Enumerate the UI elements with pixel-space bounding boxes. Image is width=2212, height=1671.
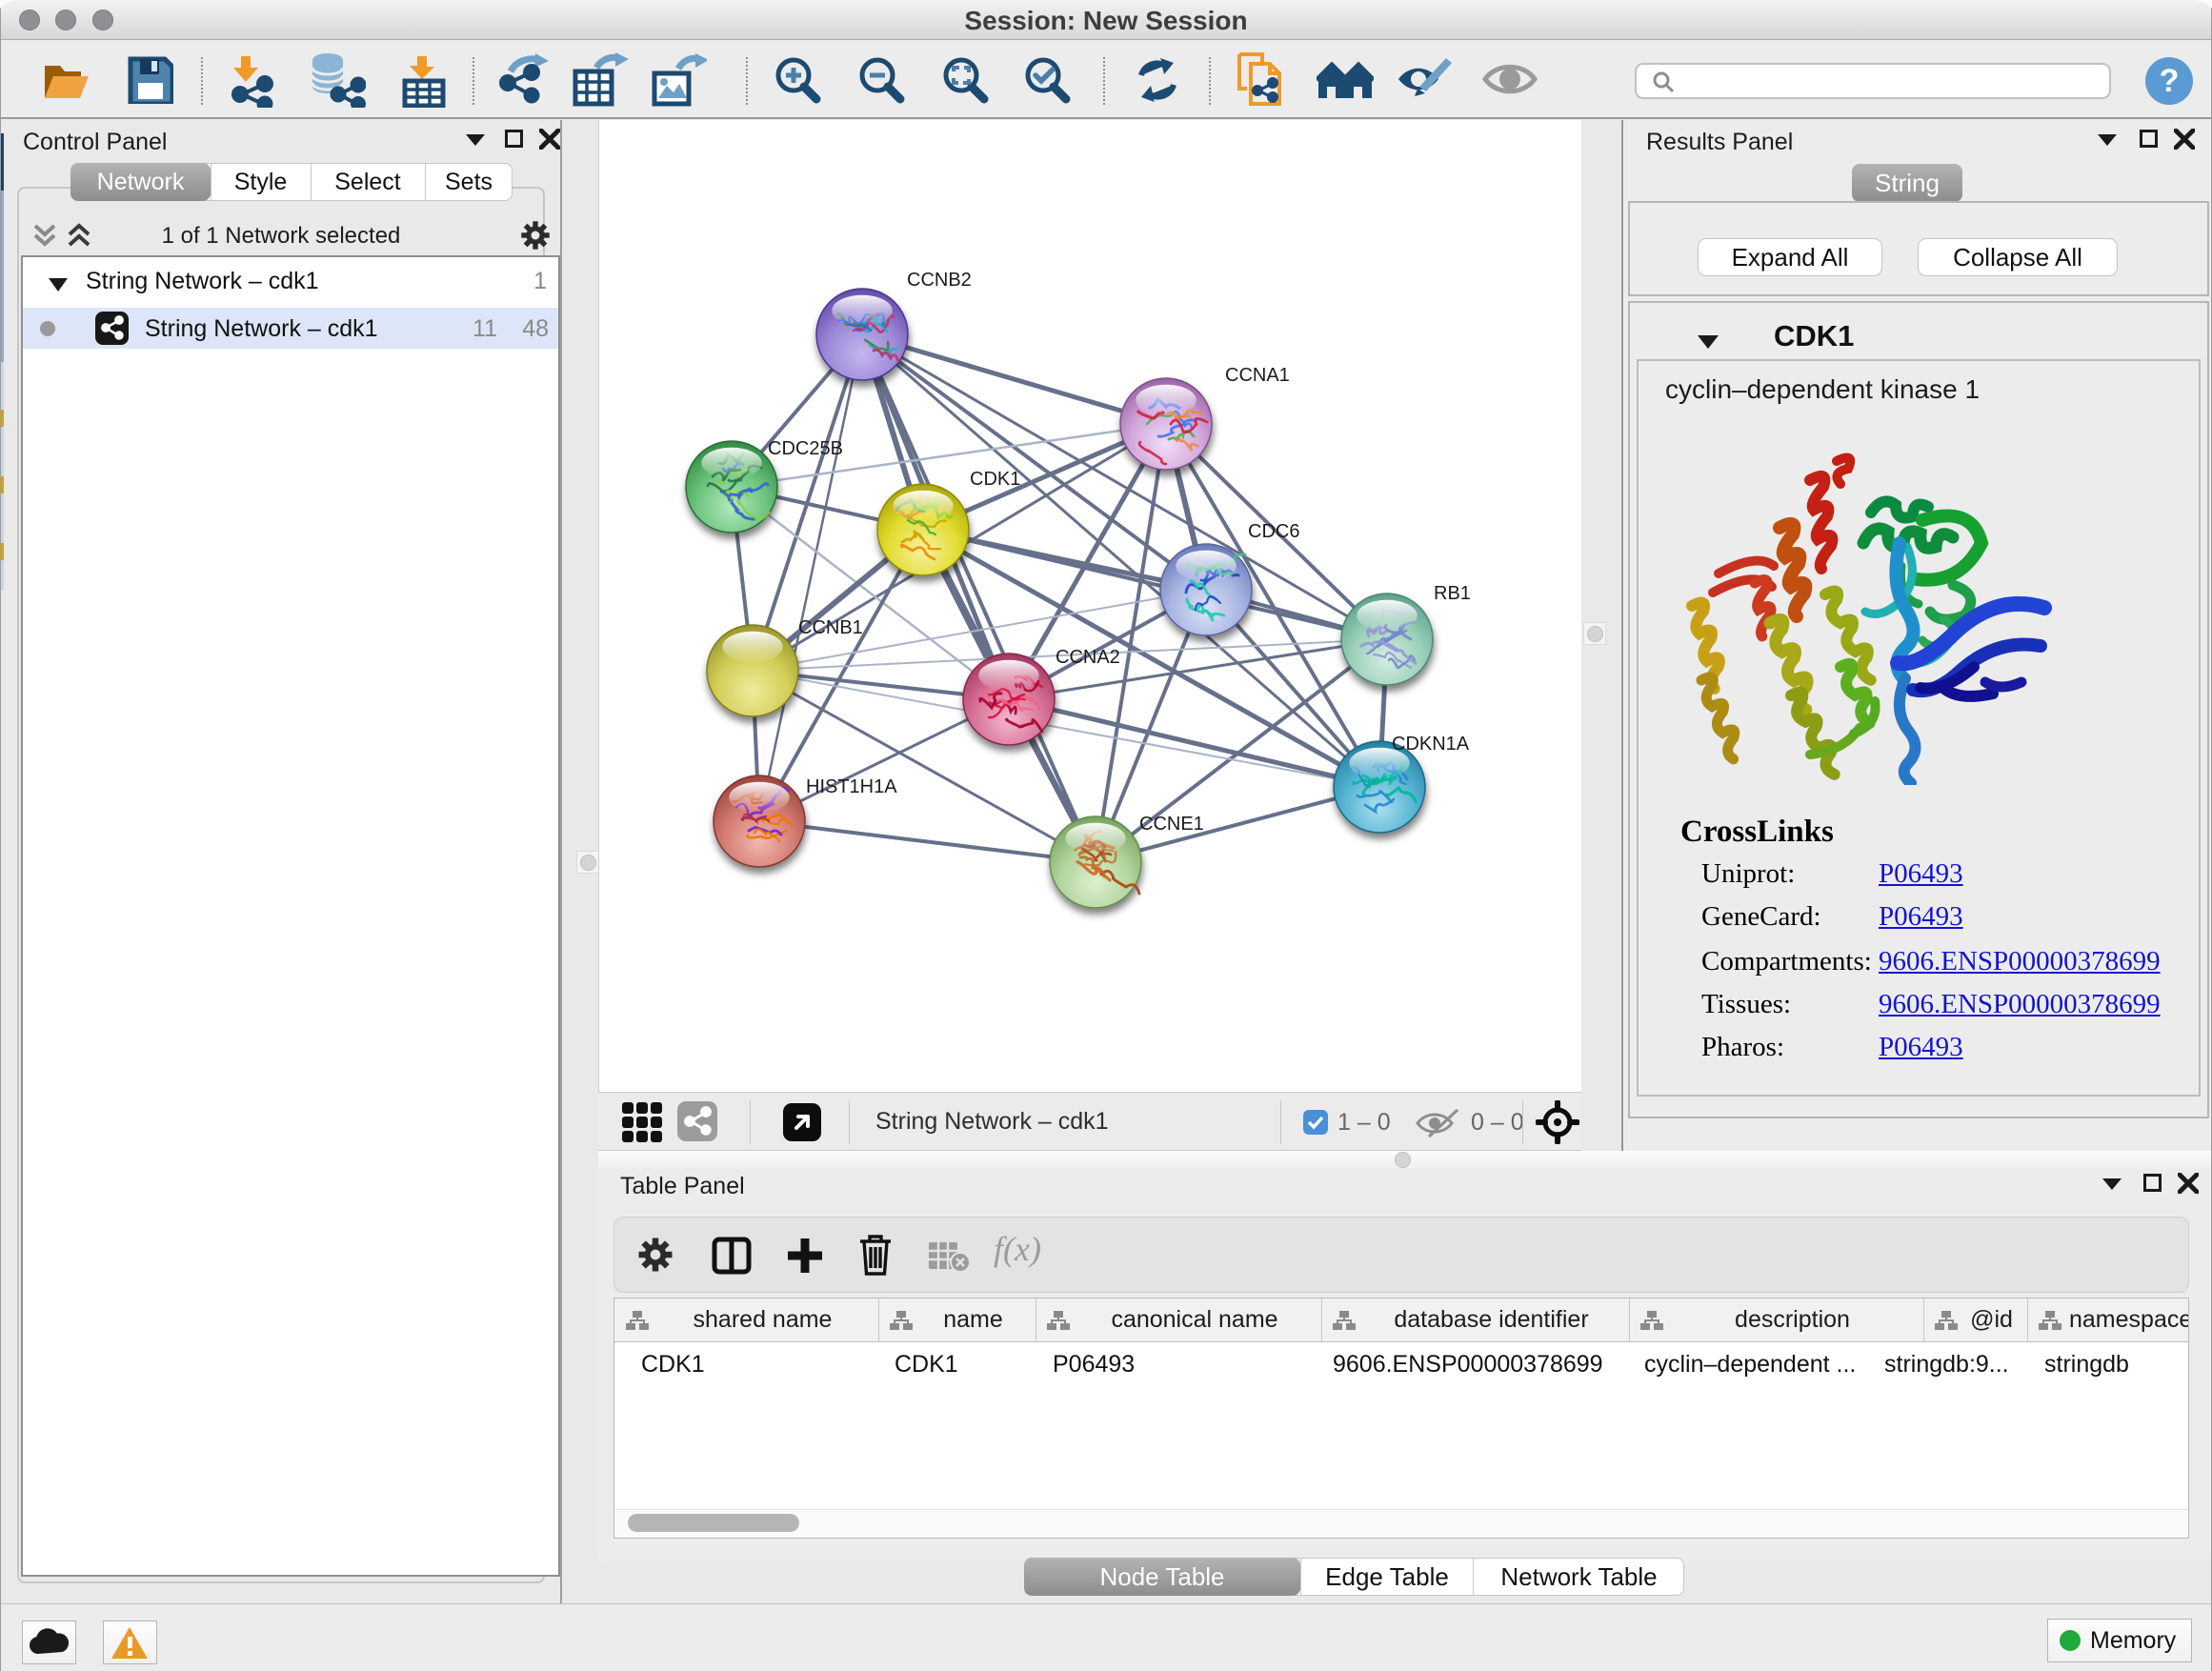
svg-text:CCNE1: CCNE1 [1139,814,1204,835]
svg-text:CCNB1: CCNB1 [798,617,863,638]
svg-text:CDC25B: CDC25B [768,438,843,459]
svg-text:HIST1H1A: HIST1H1A [806,776,897,797]
svg-text:CCNA2: CCNA2 [1056,647,1120,668]
svg-text:CDKN1A: CDKN1A [1392,734,1470,755]
svg-text:CCNB2: CCNB2 [907,270,972,291]
svg-text:CCNA1: CCNA1 [1225,365,1290,386]
svg-text:CDC6: CDC6 [1248,521,1299,542]
svg-text:RB1: RB1 [1434,583,1471,604]
svg-text:CDK1: CDK1 [970,469,1020,490]
